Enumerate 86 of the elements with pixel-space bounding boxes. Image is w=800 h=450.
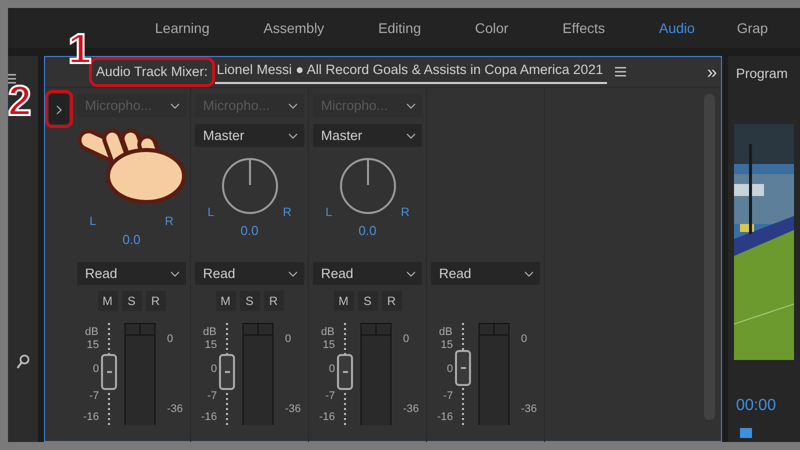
output-dropdown[interactable]: Master — [313, 124, 422, 148]
pan-right-label: R — [164, 213, 174, 230]
pan-knob[interactable] — [220, 157, 278, 216]
chevron-icon — [288, 270, 298, 277]
workspace-tab[interactable]: Audio — [659, 18, 695, 38]
meter-scale-label: 0 — [285, 333, 292, 346]
track-toggle-button[interactable]: M — [98, 291, 118, 312]
pan-left-label: L — [208, 204, 214, 222]
automation-dropdown[interactable]: Read — [77, 262, 186, 286]
automation-dropdown[interactable]: Read — [195, 262, 304, 286]
fader-scale-label: -7 — [89, 390, 99, 402]
chevron-icon — [288, 132, 298, 139]
pan-left-label: L — [90, 213, 96, 230]
fader-scale-label: 0 — [210, 363, 217, 376]
chevron-icon — [524, 270, 534, 277]
annotation-number: 2 — [8, 80, 32, 122]
fader-scale-label: -16 — [83, 411, 99, 424]
fader-scale-label: -7 — [443, 390, 453, 402]
fader-scale-label: 15 — [86, 339, 99, 352]
fader-scale-label: -16 — [437, 411, 453, 424]
automation-dropdown[interactable]: Read — [313, 262, 422, 286]
meter-scale-label: -36 — [167, 403, 183, 416]
fader-scale-label: -16 — [201, 411, 217, 424]
track-toggle-button[interactable]: M — [216, 291, 236, 312]
expand-button[interactable] — [49, 94, 69, 124]
meter-scale-label: -36 — [403, 403, 419, 416]
chevron-icon — [406, 102, 416, 109]
menu-icon[interactable] — [615, 67, 626, 78]
meter-scale-label: -36 — [521, 403, 537, 416]
chevron-icon — [288, 102, 298, 109]
meter-scale-label: 0 — [521, 333, 528, 346]
fader-thumb[interactable] — [455, 350, 471, 386]
fader-scale-label: -16 — [319, 411, 335, 424]
workspace-tab[interactable]: Effects — [562, 18, 606, 38]
pan-value[interactable]: 0.0 — [122, 230, 141, 250]
workspace-tab[interactable]: Assembly — [264, 18, 324, 38]
panel-title[interactable]: Program — [736, 64, 800, 84]
track-toggle-button[interactable]: R — [146, 291, 166, 312]
panel-title[interactable]: Audio Track Mixer: — [89, 57, 215, 88]
db-label: dB — [439, 326, 452, 338]
track-toggle-button[interactable]: M — [334, 291, 354, 312]
fader-scale-label: 15 — [440, 339, 453, 352]
fader-thumb[interactable] — [101, 354, 117, 390]
workspace-tab[interactable]: Grap — [736, 18, 768, 38]
track-toggle-button[interactable]: S — [358, 291, 378, 312]
automation-dropdown[interactable]: Read — [431, 262, 540, 286]
panel-overflow-button[interactable]: » — [706, 63, 717, 82]
workspace-tab[interactable]: Editing — [378, 18, 421, 38]
output-dropdown[interactable]: Master — [195, 124, 304, 148]
pan-value[interactable]: 0.0 — [240, 221, 259, 241]
db-label: dB — [203, 326, 216, 338]
pan-knob[interactable] — [338, 157, 396, 216]
timecode[interactable]: 00:00 — [736, 394, 800, 418]
meter-scale-label: 0 — [403, 333, 410, 346]
playhead-marker[interactable] — [740, 428, 752, 438]
fader-scale-label: 0 — [328, 363, 335, 376]
track-toggle-button[interactable]: S — [240, 291, 260, 312]
fader-scale-label: 0 — [446, 363, 453, 376]
pan-left-label: L — [326, 204, 332, 222]
workspace-tab[interactable]: Color — [475, 18, 508, 38]
chevron-icon — [406, 132, 416, 139]
track-toggle-button[interactable]: R — [264, 291, 284, 312]
pan-value[interactable]: 0.0 — [358, 221, 377, 241]
chevron-icon — [170, 102, 180, 109]
fader-scale-label: 15 — [204, 339, 217, 352]
db-label: dB — [321, 326, 334, 338]
fader-scale-label: -7 — [325, 390, 335, 402]
meter-scale-label: -36 — [285, 403, 301, 416]
fader-thumb[interactable] — [219, 354, 235, 390]
track-toggle-button[interactable]: S — [122, 291, 142, 312]
chevron-icon — [56, 105, 62, 116]
fader-scale-label: -7 — [207, 390, 217, 402]
fader-thumb[interactable] — [337, 354, 353, 390]
chevron-icon — [406, 270, 416, 277]
pan-right-label: R — [400, 204, 410, 222]
fader-scale-label: 15 — [322, 339, 335, 352]
fader-scale-label: 0 — [92, 363, 99, 376]
search-icon[interactable] — [16, 354, 30, 370]
menu-icon[interactable] — [8, 74, 16, 84]
pan-right-label: R — [282, 204, 292, 222]
meter-scale-label: 0 — [167, 333, 174, 346]
chevron-icon — [170, 270, 180, 277]
sequence-name[interactable]: Lionel Messi ● All Record Goals & Assists in Copa America 2021 — [214, 60, 608, 84]
db-label: dB — [85, 326, 98, 338]
track-toggle-button[interactable]: R — [382, 291, 402, 312]
workspace-tab[interactable]: Learning — [155, 18, 210, 38]
